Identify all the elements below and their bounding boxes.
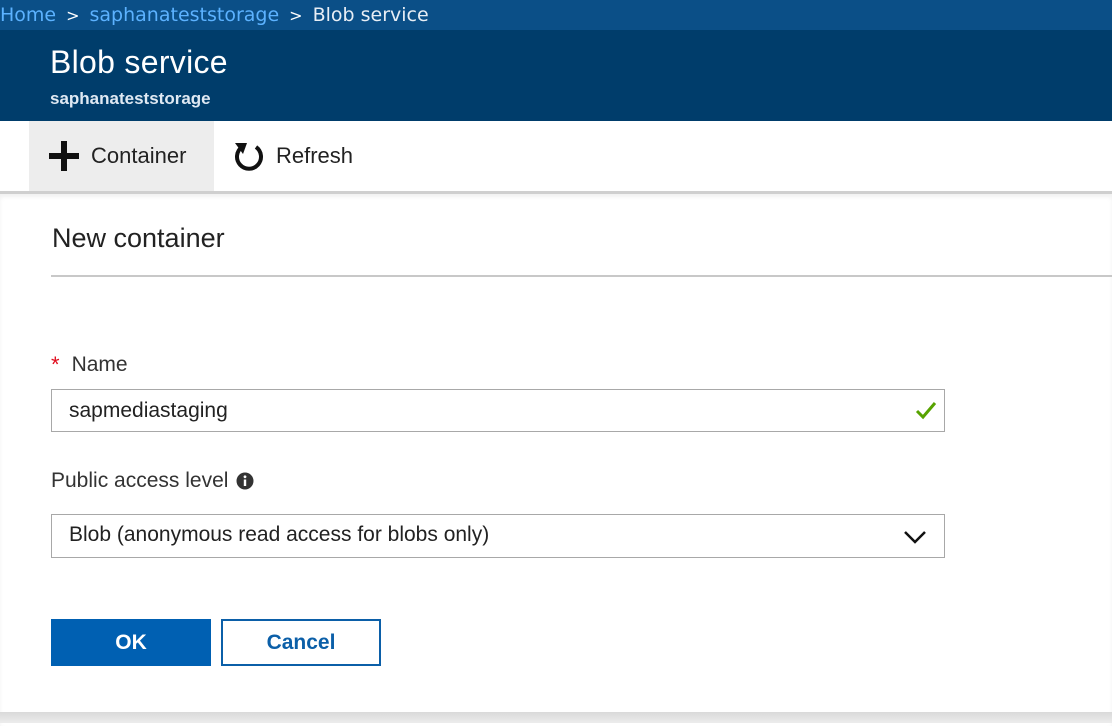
- chevron-right-icon: >: [289, 5, 303, 25]
- refresh-icon: [232, 139, 266, 173]
- access-level-selected-value: Blob (anonymous read access for blobs on…: [69, 523, 490, 546]
- name-field-label: * Name: [51, 352, 128, 378]
- required-indicator: *: [51, 352, 60, 377]
- ok-button[interactable]: OK: [51, 619, 211, 666]
- chevron-right-icon: >: [66, 5, 80, 25]
- access-level-select[interactable]: Blob (anonymous read access for blobs on…: [51, 514, 945, 558]
- add-container-button[interactable]: Container: [29, 121, 214, 191]
- access-level-label: Public access level: [51, 469, 254, 493]
- new-container-panel: New container * Name Public access level…: [0, 191, 1112, 726]
- page-subtitle: saphanateststorage: [50, 89, 211, 108]
- breadcrumb-current: Blob service: [312, 4, 429, 26]
- name-label-text: Name: [71, 353, 128, 376]
- name-input-wrapper: [51, 389, 945, 432]
- breadcrumb: Home > saphanateststorage > Blob service: [0, 0, 1112, 30]
- blade-header: Blob service saphanateststorage: [0, 30, 1112, 121]
- info-icon[interactable]: [236, 472, 254, 490]
- plus-icon: [47, 139, 81, 173]
- panel-title: New container: [52, 223, 225, 253]
- name-input[interactable]: [52, 390, 889, 431]
- panel-divider: [51, 275, 1112, 277]
- access-level-label-text: Public access level: [51, 469, 229, 492]
- panel-bottom-edge: [0, 712, 1112, 723]
- add-container-label: Container: [91, 143, 187, 168]
- command-bar: Container Refresh: [0, 121, 1112, 191]
- cancel-button[interactable]: Cancel: [221, 619, 381, 666]
- chevron-down-icon: [903, 529, 927, 548]
- page-title: Blob service: [50, 44, 228, 80]
- refresh-button[interactable]: Refresh: [232, 121, 372, 191]
- refresh-label: Refresh: [276, 143, 354, 168]
- breadcrumb-storage-link[interactable]: saphanateststorage: [90, 4, 280, 26]
- checkmark-icon: [914, 398, 938, 426]
- breadcrumb-home-link[interactable]: Home: [0, 4, 56, 26]
